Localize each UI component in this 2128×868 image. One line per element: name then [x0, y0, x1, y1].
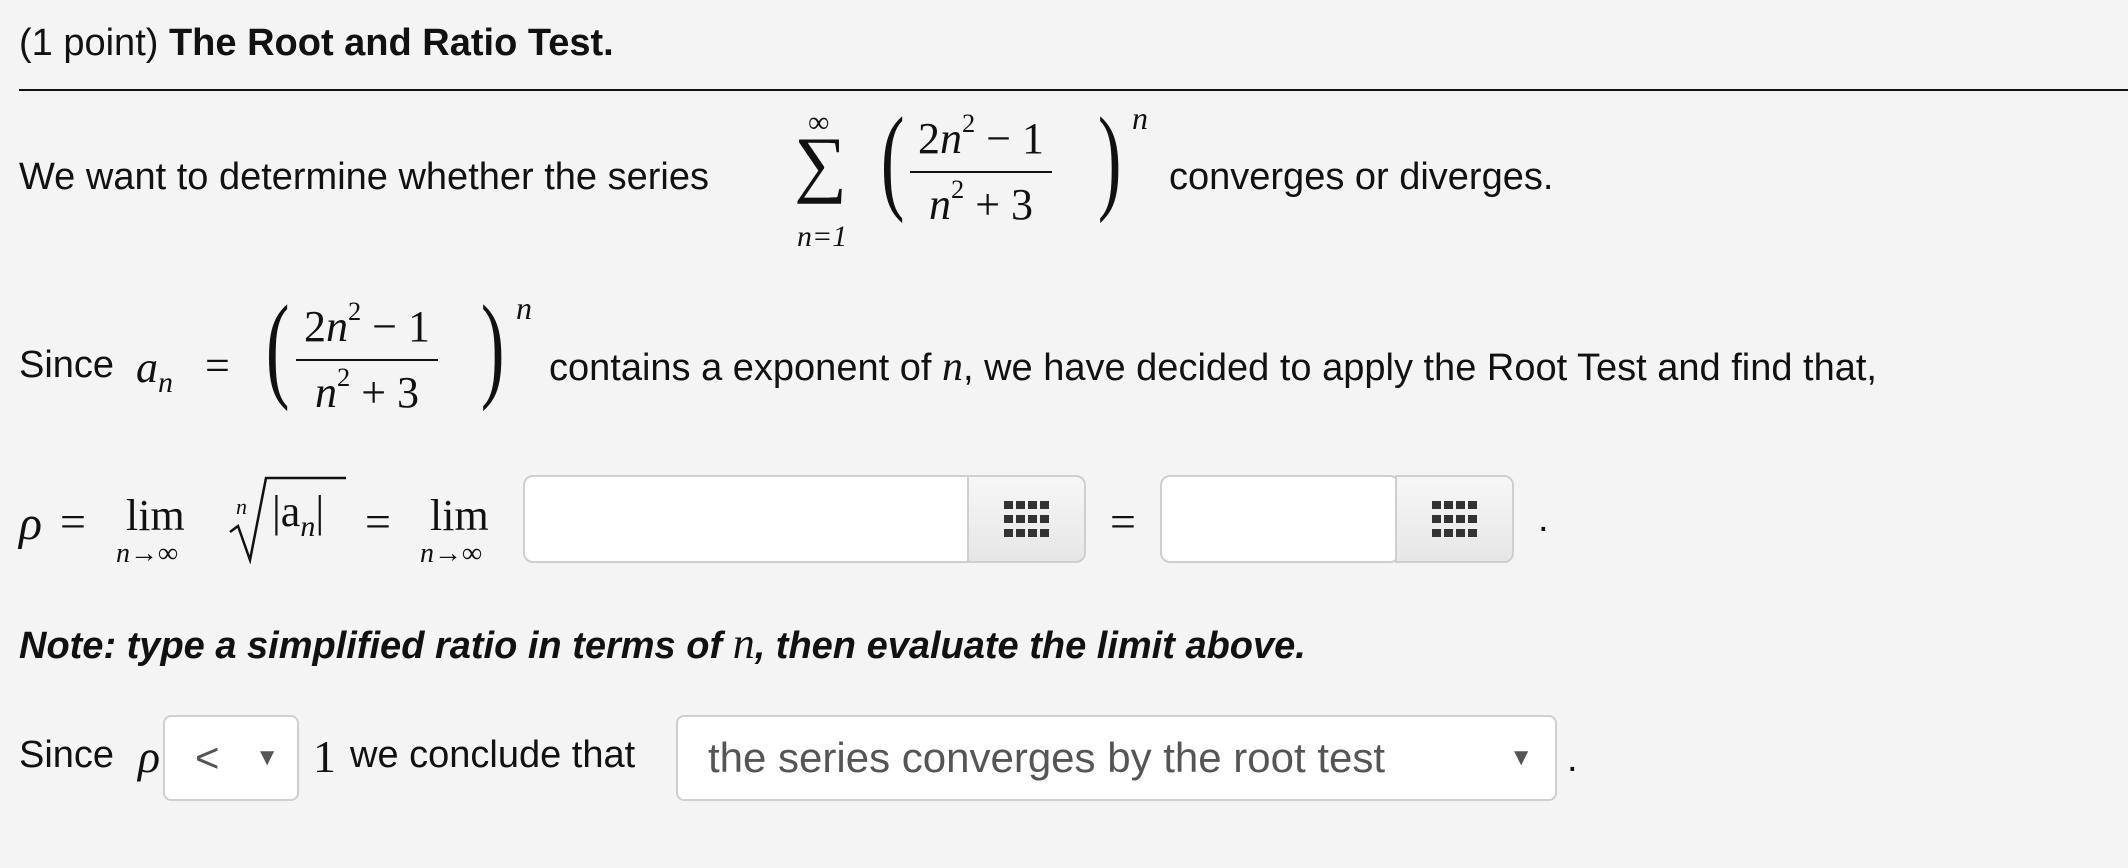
conclusion-one: 1 [313, 731, 336, 782]
lim-label-2: lim [430, 491, 489, 540]
conclusion-select[interactable]: the series converges by the root test ▼ [676, 715, 1557, 801]
lim-label-1: lim [126, 491, 185, 540]
conclusion-period: . [1567, 738, 1578, 780]
conclusion-rho: ρ [138, 731, 161, 782]
root-equals: = [365, 496, 391, 547]
points-label: (1 point) [19, 22, 159, 64]
problem-title: The Root and Ratio Test. [168, 22, 614, 64]
an-numerator: 2n2 − 1 [296, 298, 439, 361]
since-label: Since [19, 344, 115, 386]
note-text: Note: type a simplified ratio in terms o… [19, 619, 1306, 668]
series-numerator: 2n2 − 1 [910, 110, 1053, 173]
an-left-paren: ( [265, 281, 290, 412]
ratio-keypad-button[interactable] [967, 475, 1086, 563]
limit-answer-input[interactable] [1160, 475, 1400, 563]
an-variable: an [136, 343, 173, 399]
root-test-explanation: contains a exponent of n, we have decide… [549, 344, 1877, 390]
conclusion-since-label: Since [19, 734, 115, 776]
ratio-answer-input[interactable] [523, 475, 986, 563]
triangle-down-icon: ▼ [1509, 744, 1533, 771]
conclusion-middle-text: we conclude that [350, 734, 636, 776]
right-paren: ) [1097, 93, 1122, 224]
series-fraction: 2n2 − 1 n2 + 3 [910, 110, 1053, 229]
an-right-paren: ) [480, 281, 505, 412]
keypad-grid-icon [1431, 501, 1477, 537]
ratio-answer-value [525, 477, 984, 521]
rho-equals: = [60, 496, 86, 547]
limit-keypad-button[interactable] [1395, 475, 1514, 563]
limit-answer-value [1162, 477, 1398, 521]
series-intro-text: We want to determine whether the series [19, 156, 709, 198]
sum-lower-limit: n=1 [797, 220, 848, 253]
sum-symbol: ∑ [794, 123, 847, 205]
left-paren: ( [880, 93, 905, 224]
series-suffix-text: converges or diverges. [1169, 156, 1554, 198]
series-exponent: n [1132, 100, 1148, 136]
an-denominator: n2 + 3 [315, 361, 420, 417]
an-fraction: 2n2 − 1 n2 + 3 [296, 298, 439, 417]
problem-header: (1 point) The Root and Ratio Test. [19, 24, 614, 62]
limit-period: . [1538, 498, 1549, 540]
an-exponent: n [516, 290, 532, 326]
series-denominator: n2 + 3 [929, 173, 1034, 229]
lim-subscript-1: n→∞ [116, 538, 178, 569]
comparison-selected-value: < [195, 734, 220, 781]
lim-subscript-2: n→∞ [420, 538, 482, 569]
conclusion-selected-value: the series converges by the root test [708, 734, 1386, 781]
keypad-grid-icon [1003, 501, 1049, 537]
an-equals: = [205, 341, 230, 390]
rho-symbol: ρ [19, 497, 43, 550]
triangle-down-icon: ▼ [255, 744, 279, 771]
header-divider [19, 89, 2128, 91]
root-content: |an| [272, 487, 325, 543]
limit-equals: = [1110, 496, 1136, 547]
comparison-select[interactable]: < ▼ [163, 715, 299, 801]
